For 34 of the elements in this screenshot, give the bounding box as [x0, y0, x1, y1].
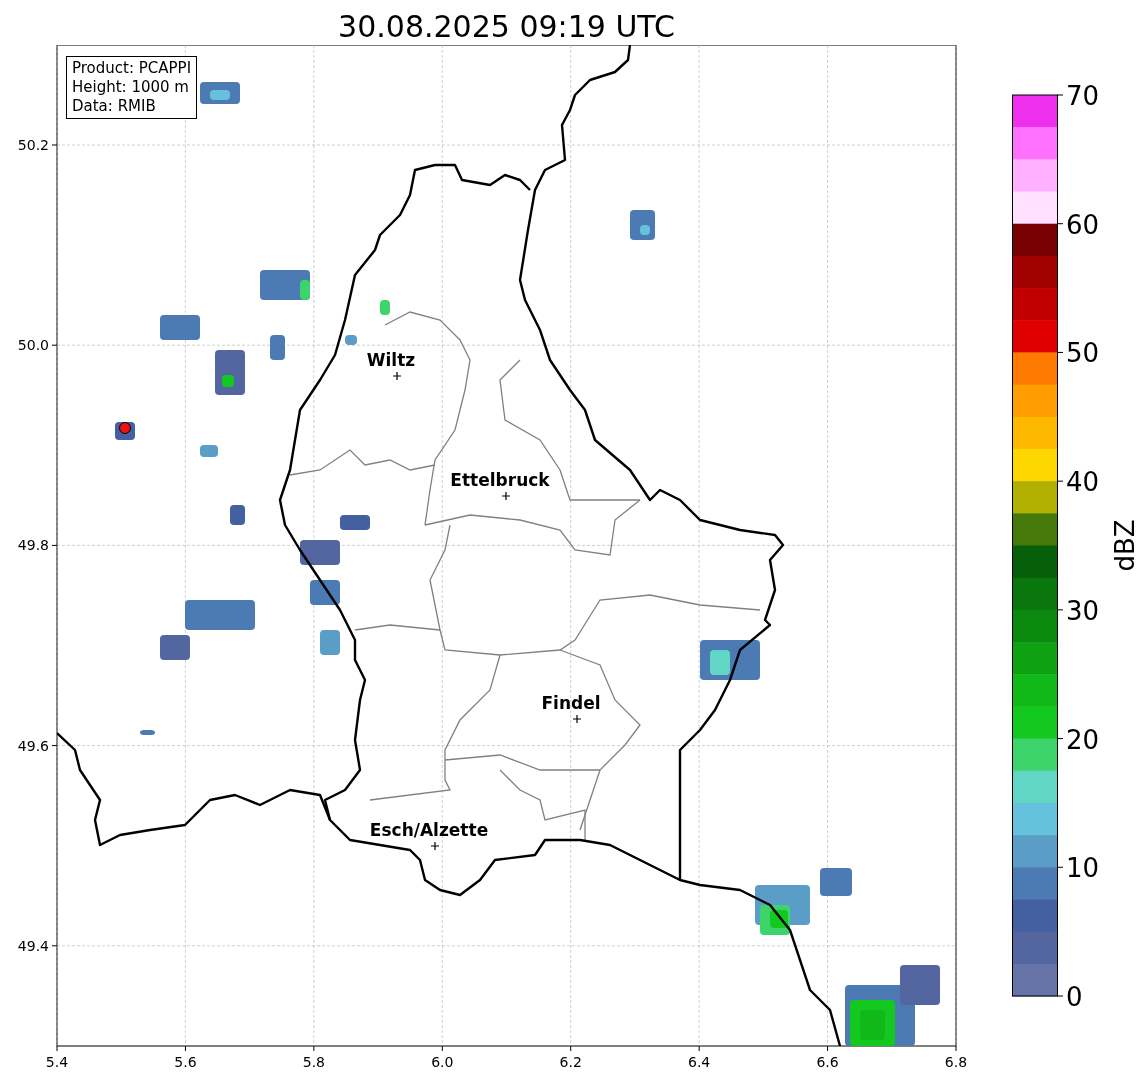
colorbar-tick-label: 0 [1066, 982, 1083, 1012]
colorbar-tick-label: 50 [1066, 338, 1100, 369]
y-tick-label: 50.0 [17, 337, 49, 354]
colorbar-tick-label: 70 [1066, 81, 1100, 111]
x-tick-label: 5.6 [174, 1054, 197, 1070]
colorbar-tick-label: 10 [1066, 853, 1100, 884]
info-text: Data: RMIB [72, 97, 157, 116]
place-label: Esch/Alzette [369, 820, 489, 840]
y-tick-label: 49.8 [17, 537, 49, 554]
x-tick-label: 5.8 [302, 1054, 325, 1070]
place-marker [572, 714, 582, 724]
place-marker [430, 841, 440, 851]
x-tick-label: 6.2 [559, 1054, 582, 1070]
y-tick-label: 49.4 [17, 937, 49, 954]
colorbar-tick-label: 60 [1066, 209, 1100, 240]
x-tick-label: 6.8 [944, 1054, 968, 1070]
colorbar-label: dBZ [1110, 519, 1140, 572]
y-tick-label: 49.6 [17, 737, 49, 754]
colorbar-tick-label: 40 [1066, 467, 1100, 498]
colorbar-tick-label: 20 [1066, 724, 1100, 755]
map-title: 30.08.2025 09:19 UTC [338, 9, 675, 45]
place-marker [392, 371, 402, 381]
y-tick-label: 50.2 [17, 137, 49, 153]
colorbar-tick-label: 30 [1066, 595, 1100, 626]
info-text: Product: PCAPPI [72, 59, 192, 78]
place-marker [501, 491, 511, 501]
place-label: Ettelbruck [450, 470, 550, 490]
x-tick-label: 6.6 [816, 1054, 839, 1070]
x-tick-label: 5.4 [45, 1054, 69, 1070]
x-tick-label: 6.4 [688, 1054, 711, 1070]
place-label: Wiltz [366, 350, 416, 370]
place-label: Findel [541, 693, 601, 713]
x-tick-label: 6.0 [431, 1054, 454, 1070]
info-text: Height: 1000 m [72, 78, 190, 97]
